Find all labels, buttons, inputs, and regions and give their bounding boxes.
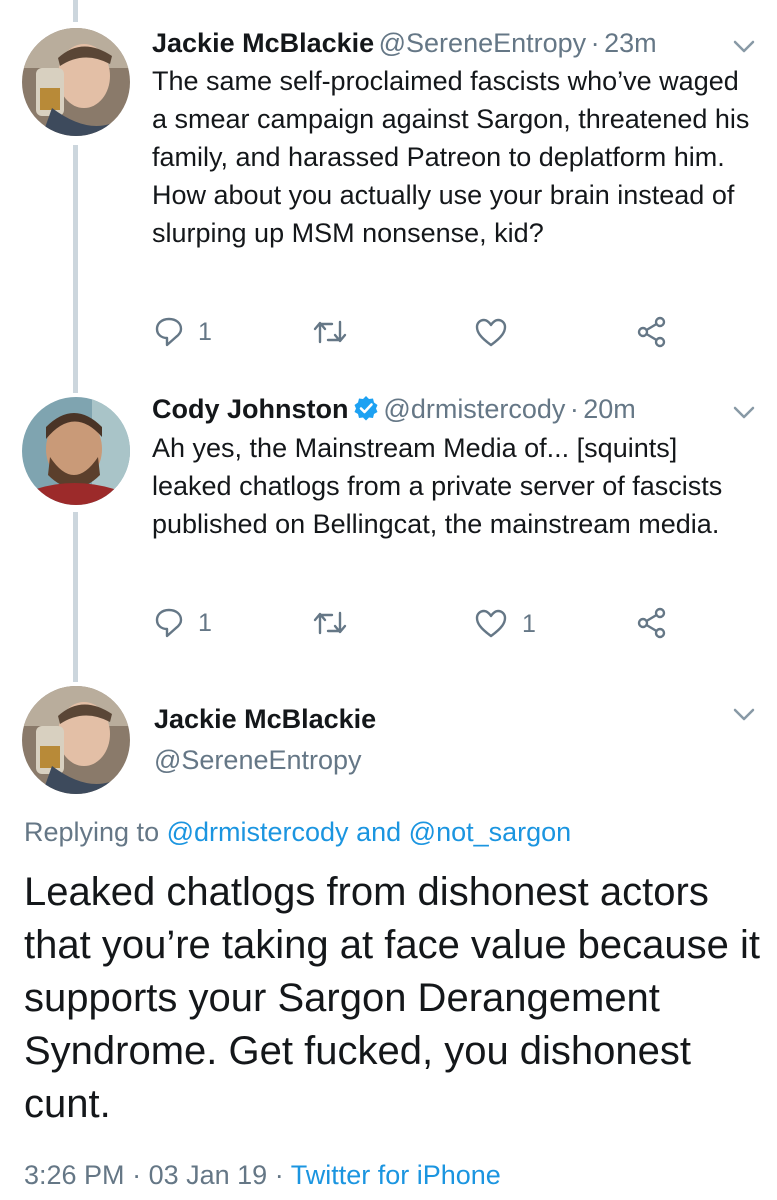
avatar[interactable] xyxy=(22,397,130,505)
timestamp[interactable]: 20m xyxy=(583,394,636,424)
author-name[interactable]: Jackie McBlackie xyxy=(152,28,374,58)
author-name[interactable]: Jackie McBlackie xyxy=(154,704,376,735)
reply-button[interactable]: 1 xyxy=(154,607,212,639)
author-name[interactable]: Cody Johnston xyxy=(152,394,349,424)
avatar[interactable] xyxy=(22,686,130,794)
main-tweet-text: Leaked chatlogs from dishonest actors th… xyxy=(24,870,761,1126)
tweet-text: The same self-proclaimed fascists who’ve… xyxy=(152,66,757,248)
retweet-button[interactable] xyxy=(312,318,348,346)
tweet-text: Ah yes, the Mainstream Media of... [squi… xyxy=(152,433,730,539)
thread-line-1 xyxy=(73,145,78,393)
reply-mention-link[interactable]: @drmistercody xyxy=(167,817,349,847)
like-button[interactable] xyxy=(474,318,508,348)
verified-badge-icon xyxy=(354,396,378,421)
like-icon xyxy=(475,609,507,638)
avatar[interactable] xyxy=(22,28,130,136)
separator: · xyxy=(132,1160,142,1190)
reply-button[interactable]: 1 xyxy=(154,316,212,348)
share-icon xyxy=(637,607,666,639)
reply-count: 1 xyxy=(198,608,212,637)
share-icon xyxy=(637,316,666,348)
chevron-down-icon[interactable] xyxy=(733,406,755,420)
retweet-button[interactable] xyxy=(312,609,348,637)
tweet-meta: 3:26 PM · 03 Jan 19 · Twitter for iPhone xyxy=(24,1160,501,1191)
retweet-icon xyxy=(313,611,347,635)
tweet-source-link[interactable]: Twitter for iPhone xyxy=(291,1160,501,1190)
thread-line-2 xyxy=(73,512,78,682)
chevron-down-icon[interactable] xyxy=(733,708,755,722)
retweet-icon xyxy=(313,320,347,344)
reply-and[interactable]: and xyxy=(356,817,401,847)
tweet-date[interactable]: 03 Jan 19 xyxy=(149,1160,268,1190)
author-handle[interactable]: @drmistercody xyxy=(383,394,565,424)
thread-line-top xyxy=(73,0,78,22)
reply-icon xyxy=(155,608,183,638)
timestamp[interactable]: 23m xyxy=(604,28,657,58)
share-button[interactable] xyxy=(636,607,668,639)
like-icon xyxy=(475,318,507,347)
chevron-down-icon[interactable] xyxy=(733,40,755,54)
separator: · xyxy=(590,28,600,58)
separator: · xyxy=(274,1160,284,1190)
author-handle[interactable]: @SereneEntropy xyxy=(154,745,362,776)
share-button[interactable] xyxy=(636,316,668,348)
replying-to: Replying to @drmistercody and @not_sargo… xyxy=(24,817,571,848)
reply-mention-link[interactable]: @not_sargon xyxy=(409,817,572,847)
author-handle[interactable]: @SereneEntropy xyxy=(379,28,587,58)
reply-icon xyxy=(155,317,183,347)
like-button[interactable]: 1 xyxy=(474,609,536,639)
reply-count: 1 xyxy=(198,317,212,346)
replying-prefix: Replying to xyxy=(24,817,160,847)
tweet-time[interactable]: 3:26 PM xyxy=(24,1160,125,1190)
separator: · xyxy=(569,394,579,424)
like-count: 1 xyxy=(522,609,536,638)
